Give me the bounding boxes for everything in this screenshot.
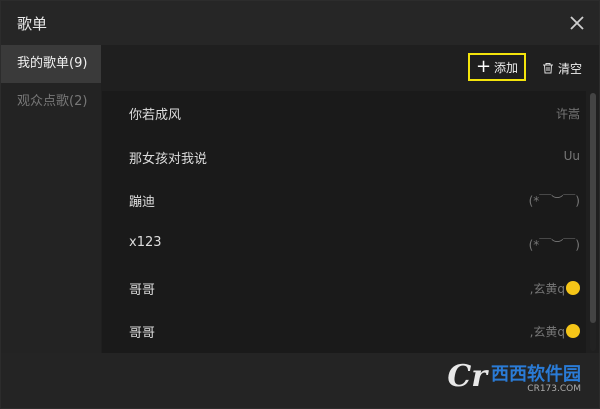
song-singer-wrap: ,玄黄q [530, 280, 580, 297]
song-title: 你若成风 [129, 108, 182, 123]
watermark-url: CR173.COM [527, 383, 581, 394]
song-title: 那女孩对我说 [129, 151, 208, 167]
trash-icon [542, 59, 554, 78]
song-singer: ,玄黄q [529, 281, 565, 296]
list-item[interactable]: 哥哥 ,玄黄q [102, 309, 586, 353]
playlist-window: 歌单 我的歌单(9) 观众点歌(2) + 添加 清空 你若成风 许嵩 那女孩对我 [0, 0, 600, 409]
song-singer: (*￣︶￣) [528, 238, 580, 253]
sidebar-item-audience-requests[interactable]: 观众点歌(2) [1, 83, 101, 121]
list-item[interactable]: 蹦迪 (*￣︶￣) [102, 178, 586, 222]
sidebar-item-my-playlist[interactable]: 我的歌单(9) [1, 45, 101, 83]
thinking-emoji-icon [566, 324, 580, 339]
song-singer: (*￣︶￣) [528, 194, 580, 209]
thinking-emoji-icon [566, 280, 580, 295]
song-title: 蹦迪 [129, 195, 156, 211]
song-title: 哥哥 [129, 326, 156, 342]
sidebar: 我的歌单(9) 观众点歌(2) [1, 45, 101, 353]
song-title: 哥哥 [129, 282, 156, 298]
song-list: 你若成风 许嵩 那女孩对我说 Uu 蹦迪 (*￣︶￣) x123 (*￣︶￣) … [102, 91, 586, 353]
song-singer-wrap: ,玄黄q [530, 323, 580, 340]
list-item[interactable]: 你若成风 许嵩 [102, 91, 586, 135]
watermark-text-block: 西西软件园 CR173.COM [491, 360, 581, 394]
watermark: Cr 西西软件园 CR173.COM [447, 359, 581, 394]
toolbar: + 添加 清空 [102, 45, 599, 91]
add-button-label: 添加 [494, 60, 519, 75]
footer: Cr 西西软件园 CR173.COM [1, 353, 599, 408]
title-bar: 歌单 [1, 1, 599, 45]
close-icon[interactable] [567, 13, 587, 33]
song-title: x123 [129, 235, 162, 251]
song-singer: ,玄黄q [529, 325, 565, 340]
song-singer: 许嵩 [555, 107, 580, 121]
watermark-brand: 西西软件园 [491, 363, 581, 385]
clear-button[interactable]: 清空 [542, 59, 582, 78]
list-item[interactable]: x123 (*￣︶￣) [102, 222, 586, 266]
song-singer: Uu [563, 148, 580, 163]
plus-icon: + [475, 56, 492, 77]
add-button[interactable]: + 添加 [468, 53, 526, 81]
clear-button-label: 清空 [558, 62, 583, 76]
watermark-logo: Cr [447, 359, 487, 394]
list-item[interactable]: 那女孩对我说 Uu [102, 135, 586, 179]
window-title: 歌单 [17, 15, 48, 33]
scrollbar-thumb[interactable] [590, 93, 596, 323]
list-item[interactable]: 哥哥 ,玄黄q [102, 266, 586, 310]
scrollbar[interactable] [590, 93, 596, 351]
